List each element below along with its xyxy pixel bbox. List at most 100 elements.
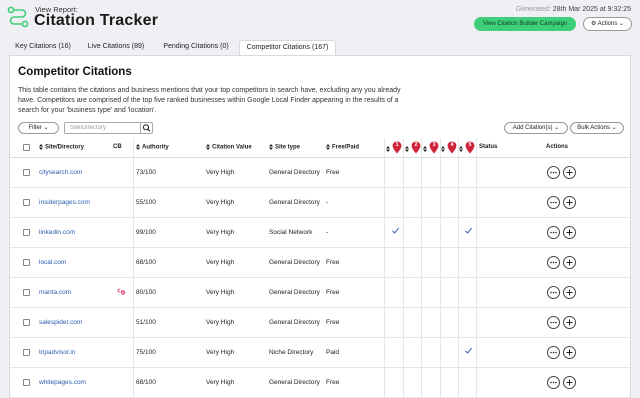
site-link[interactable]: manta.com bbox=[39, 289, 71, 296]
chevron-down-icon: ⌄ bbox=[611, 125, 617, 131]
row-checkbox[interactable] bbox=[23, 289, 30, 296]
authority-value: 51/100 bbox=[136, 319, 156, 326]
tab-competitor-citations[interactable]: Competitor Citations (167) bbox=[239, 40, 336, 55]
search-input[interactable] bbox=[64, 122, 141, 134]
sort-icon bbox=[405, 146, 409, 152]
plus-icon bbox=[566, 259, 573, 266]
search-button[interactable] bbox=[140, 122, 153, 134]
more-icon bbox=[550, 381, 557, 384]
add-citations-button[interactable]: Add Citation(s) ⌄ bbox=[504, 122, 568, 134]
plus-icon bbox=[566, 349, 573, 356]
free-paid: Free bbox=[326, 289, 340, 296]
column-actions: Actions bbox=[546, 144, 569, 150]
column-site[interactable]: Site/Directory bbox=[39, 144, 84, 151]
view-campaign-button[interactable]: View Citation Builder Campaign bbox=[474, 17, 576, 31]
site-type: General Directory bbox=[269, 319, 320, 326]
free-paid: Free bbox=[326, 169, 340, 176]
column-site-type[interactable]: Site type bbox=[269, 144, 300, 151]
actions-button[interactable]: ⚙ Actions ⌄ bbox=[583, 17, 632, 31]
row-checkbox[interactable] bbox=[23, 349, 30, 356]
more-options-button[interactable] bbox=[547, 226, 560, 239]
table-row: salespider.com 51/100 Very High General … bbox=[10, 308, 630, 338]
authority-value: 80/100 bbox=[136, 289, 156, 296]
competitor-pin-number: 3 bbox=[432, 142, 436, 148]
sort-icon bbox=[386, 146, 390, 152]
route-icon bbox=[7, 6, 29, 28]
more-options-button[interactable] bbox=[547, 316, 560, 329]
table-header: Site/Directory CB Authority Citation Val… bbox=[10, 138, 630, 158]
competitor-pin-1[interactable]: 1 bbox=[386, 138, 404, 158]
table-row: whitepages.com 68/100 Very High General … bbox=[10, 368, 630, 398]
competitor-pin-2[interactable]: 2 bbox=[405, 138, 423, 158]
site-link[interactable]: linkedin.com bbox=[39, 229, 75, 236]
citation-builder-badge-icon bbox=[117, 288, 126, 295]
column-authority[interactable]: Authority bbox=[136, 144, 169, 151]
authority-value: 99/100 bbox=[136, 229, 156, 236]
site-link[interactable]: salespider.com bbox=[39, 319, 82, 326]
competitor-pin-5[interactable]: 5 bbox=[459, 138, 477, 158]
more-options-button[interactable] bbox=[547, 256, 560, 269]
generated-timestamp: Generated: 28th Mar 2025 at 9:32:25 bbox=[516, 6, 631, 13]
more-options-button[interactable] bbox=[547, 166, 560, 179]
citation-value: Very High bbox=[206, 199, 235, 206]
free-paid: Free bbox=[326, 259, 340, 266]
add-citation-button[interactable] bbox=[563, 376, 576, 389]
more-options-button[interactable] bbox=[547, 286, 560, 299]
bulk-actions-label: Bulk Actions bbox=[577, 125, 610, 131]
add-citation-button[interactable] bbox=[563, 166, 576, 179]
site-link[interactable]: local.com bbox=[39, 259, 66, 266]
more-options-button[interactable] bbox=[547, 376, 560, 389]
description-line: search for your 'business type' and 'loc… bbox=[18, 107, 157, 114]
add-citation-button[interactable] bbox=[563, 226, 576, 239]
column-free-paid[interactable]: Free/Paid bbox=[326, 144, 359, 151]
authority-value: 68/100 bbox=[136, 379, 156, 386]
site-link[interactable]: insiderpages.com bbox=[39, 199, 90, 206]
row-checkbox[interactable] bbox=[23, 379, 30, 386]
citation-value: Very High bbox=[206, 319, 235, 326]
check-icon bbox=[465, 227, 472, 234]
description-line: have. Competitors are comprised of the t… bbox=[18, 97, 399, 104]
add-citation-button[interactable] bbox=[563, 346, 576, 359]
row-checkbox[interactable] bbox=[23, 169, 30, 176]
plus-icon bbox=[566, 229, 573, 236]
check-icon bbox=[392, 227, 399, 234]
column-citation-value-label: Citation Value bbox=[212, 144, 252, 151]
more-options-button[interactable] bbox=[547, 346, 560, 359]
competitor-pin-number: 2 bbox=[414, 142, 418, 148]
bulk-actions-button[interactable]: Bulk Actions ⌄ bbox=[570, 122, 624, 134]
add-citation-button[interactable] bbox=[563, 196, 576, 209]
site-link[interactable]: tripadvisor.in bbox=[39, 349, 76, 356]
add-citation-button[interactable] bbox=[563, 286, 576, 299]
more-icon bbox=[550, 321, 557, 324]
select-all-checkbox[interactable] bbox=[23, 144, 30, 151]
table-row: insiderpages.com 55/100 Very High Genera… bbox=[10, 188, 630, 218]
row-checkbox[interactable] bbox=[23, 199, 30, 206]
more-icon bbox=[550, 261, 557, 264]
row-checkbox[interactable] bbox=[23, 259, 30, 266]
column-status: Status bbox=[479, 144, 498, 150]
competitor-pin-3[interactable]: 3 bbox=[423, 138, 441, 158]
authority-value: 73/100 bbox=[136, 169, 156, 176]
competitor-pin-4[interactable]: 4 bbox=[441, 138, 459, 158]
tab-live-citations[interactable]: Live Citations (89) bbox=[81, 40, 151, 55]
free-paid: Free bbox=[326, 379, 340, 386]
tab-pending-citations[interactable]: Pending Citations (0) bbox=[155, 40, 237, 55]
site-type: General Directory bbox=[269, 169, 320, 176]
more-options-button[interactable] bbox=[547, 196, 560, 209]
more-icon bbox=[550, 291, 557, 294]
site-link[interactable]: citysearch.com bbox=[39, 169, 82, 176]
free-paid: Free bbox=[326, 319, 340, 326]
filter-button[interactable]: Filter ⌄ bbox=[18, 122, 59, 134]
add-citation-button[interactable] bbox=[563, 316, 576, 329]
tab-key-citations[interactable]: Key Citations (16) bbox=[9, 40, 77, 55]
panel-description: This table contains the citations and bu… bbox=[18, 86, 433, 116]
chevron-down-icon: ⌄ bbox=[619, 21, 625, 27]
site-link[interactable]: whitepages.com bbox=[39, 379, 86, 386]
table-row: tripadvisor.in 75/100 Very High Niche Di… bbox=[10, 338, 630, 368]
row-checkbox[interactable] bbox=[23, 229, 30, 236]
add-citation-button[interactable] bbox=[563, 256, 576, 269]
site-type: Niche Directory bbox=[269, 349, 314, 356]
row-checkbox[interactable] bbox=[23, 319, 30, 326]
column-citation-value[interactable]: Citation Value bbox=[206, 144, 252, 151]
site-type: Social Network bbox=[269, 229, 313, 236]
